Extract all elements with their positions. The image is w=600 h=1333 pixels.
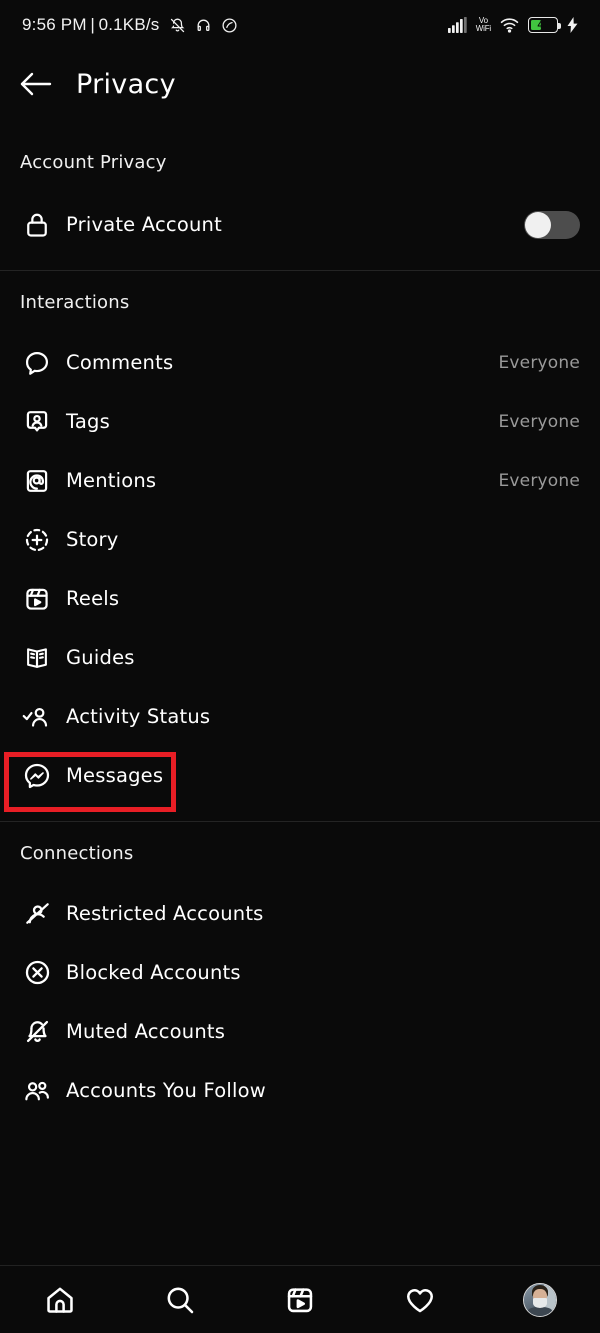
instagram-privacy-screen: 9:56 PM | 0.1KB/s Vo WiFi 42 Privacy Acc… bbox=[0, 0, 600, 1333]
wifi-icon bbox=[500, 18, 519, 33]
row-value-comments: Everyone bbox=[498, 352, 580, 373]
section-divider-2 bbox=[0, 821, 600, 822]
headphone-icon bbox=[197, 19, 209, 31]
status-bar: 9:56 PM | 0.1KB/s Vo WiFi 42 bbox=[0, 0, 600, 50]
signal-bars-icon bbox=[447, 17, 467, 33]
heart-icon bbox=[407, 1288, 433, 1312]
nav-search[interactable] bbox=[150, 1270, 210, 1330]
battery-icon: 42 bbox=[528, 17, 562, 33]
section-connections: Connections Restricted Accounts Blocked … bbox=[0, 843, 600, 1120]
row-value-tags: Everyone bbox=[498, 411, 580, 432]
bell-slash-icon bbox=[170, 18, 185, 32]
nav-home[interactable] bbox=[30, 1270, 90, 1330]
restricted-person-slash-icon bbox=[20, 897, 54, 931]
nav-activity[interactable] bbox=[390, 1270, 450, 1330]
row-activity-status[interactable]: Activity Status bbox=[0, 687, 600, 746]
section-divider-1 bbox=[0, 270, 600, 271]
section-interactions: Interactions Comments Everyone Tags Ever… bbox=[0, 292, 600, 805]
at-mention-icon bbox=[20, 464, 54, 498]
row-mentions[interactable]: Mentions Everyone bbox=[0, 451, 600, 510]
muted-bell-slash-icon bbox=[20, 1015, 54, 1049]
reels-icon bbox=[287, 1287, 313, 1312]
private-account-toggle[interactable] bbox=[524, 210, 580, 239]
status-bar-left: 9:56 PM | 0.1KB/s bbox=[22, 15, 238, 35]
app-header: Privacy bbox=[0, 50, 600, 118]
row-label-story: Story bbox=[66, 528, 119, 551]
comment-bubble-icon bbox=[20, 346, 54, 380]
reels-clapper-icon bbox=[20, 582, 54, 616]
story-plus-icon bbox=[20, 523, 54, 557]
nav-profile[interactable] bbox=[510, 1270, 570, 1330]
row-reels[interactable]: Reels bbox=[0, 569, 600, 628]
home-icon bbox=[47, 1287, 73, 1313]
back-button[interactable] bbox=[10, 58, 62, 110]
row-tags[interactable]: Tags Everyone bbox=[0, 392, 600, 451]
row-accounts-you-follow[interactable]: Accounts You Follow bbox=[0, 1061, 600, 1120]
battery-percent-label: 42 bbox=[537, 19, 549, 31]
row-label-guides: Guides bbox=[66, 646, 135, 669]
row-label-restricted-accounts: Restricted Accounts bbox=[66, 902, 264, 925]
section-title-interactions: Interactions bbox=[20, 292, 130, 313]
row-label-messages: Messages bbox=[66, 764, 164, 787]
dnd-icon bbox=[221, 17, 237, 33]
row-muted-accounts[interactable]: Muted Accounts bbox=[0, 1002, 600, 1061]
section-title-connections: Connections bbox=[20, 843, 134, 864]
row-story[interactable]: Story bbox=[0, 510, 600, 569]
arrow-left-icon bbox=[20, 72, 52, 96]
row-comments[interactable]: Comments Everyone bbox=[0, 333, 600, 392]
page-title: Privacy bbox=[76, 68, 176, 100]
search-icon bbox=[167, 1287, 194, 1313]
toggle-knob bbox=[525, 211, 551, 238]
row-value-mentions: Everyone bbox=[498, 470, 580, 491]
tag-person-icon bbox=[20, 405, 54, 439]
profile-avatar bbox=[523, 1282, 557, 1317]
row-label-accounts-you-follow: Accounts You Follow bbox=[66, 1079, 266, 1102]
row-label-comments: Comments bbox=[66, 351, 174, 374]
activity-check-person-icon bbox=[20, 700, 54, 734]
row-label-activity-status: Activity Status bbox=[66, 705, 211, 728]
guides-book-icon bbox=[20, 641, 54, 675]
row-blocked-accounts[interactable]: Blocked Accounts bbox=[0, 943, 600, 1002]
charging-bolt-icon bbox=[567, 17, 578, 33]
nav-reels[interactable] bbox=[270, 1270, 330, 1330]
row-private-account[interactable]: Private Account bbox=[0, 195, 600, 254]
bottom-navigation-bar bbox=[0, 1265, 600, 1333]
status-bar-right: Vo WiFi 42 bbox=[447, 15, 578, 34]
vowifi-indicator: Vo WiFi bbox=[475, 15, 491, 33]
status-time-and-rate: 9:56 PM | 0.1KB/s bbox=[22, 15, 160, 34]
lock-icon bbox=[20, 208, 54, 242]
row-guides[interactable]: Guides bbox=[0, 628, 600, 687]
section-title-account-privacy: Account Privacy bbox=[20, 152, 167, 173]
row-label-private-account: Private Account bbox=[66, 213, 222, 236]
row-restricted-accounts[interactable]: Restricted Accounts bbox=[0, 884, 600, 943]
row-label-tags: Tags bbox=[66, 410, 110, 433]
row-messages[interactable]: Messages bbox=[0, 746, 600, 805]
messenger-icon bbox=[20, 759, 54, 793]
people-group-icon bbox=[20, 1074, 54, 1108]
section-account-privacy: Account Privacy Private Account bbox=[0, 152, 600, 254]
row-label-blocked-accounts: Blocked Accounts bbox=[66, 961, 241, 984]
row-label-muted-accounts: Muted Accounts bbox=[66, 1020, 226, 1043]
row-label-reels: Reels bbox=[66, 587, 120, 610]
blocked-x-circle-icon bbox=[20, 956, 54, 990]
row-label-mentions: Mentions bbox=[66, 469, 157, 492]
